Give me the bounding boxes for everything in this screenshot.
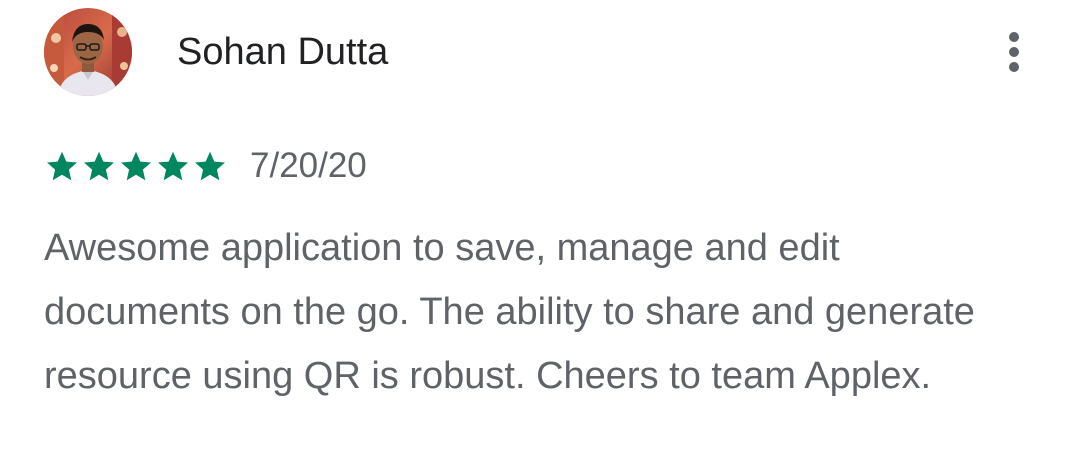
avatar-image (44, 8, 132, 96)
star-icon (81, 148, 117, 184)
review-card: Sohan Dutta 7/20/20 Awesome application … (0, 0, 1080, 465)
star-icon (118, 148, 154, 184)
review-text: Awesome application to save, manage and … (44, 227, 975, 397)
star-icon (44, 148, 80, 184)
star-icon (192, 148, 228, 184)
more-vert-icon-dot (1009, 62, 1019, 72)
review-date: 7/20/20 (250, 146, 367, 185)
reviewer-avatar[interactable] (44, 8, 132, 96)
more-vert-icon-dot (1009, 32, 1019, 42)
reviewer-name: Sohan Dutta (177, 31, 389, 73)
rating-row: 7/20/20 (44, 144, 367, 188)
star-icon (155, 148, 191, 184)
more-vert-icon-dot (1009, 47, 1019, 57)
star-rating (44, 148, 228, 184)
more-options-button[interactable] (994, 26, 1034, 78)
